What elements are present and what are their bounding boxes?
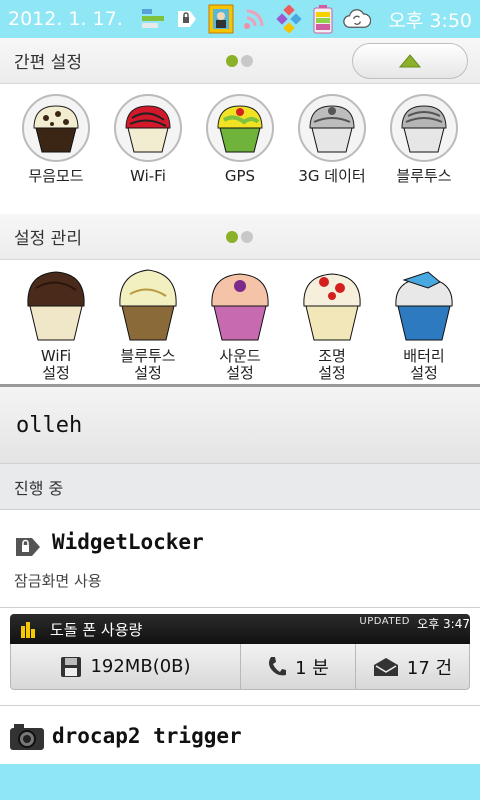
page-dot-active: [226, 231, 238, 243]
toggle-gps[interactable]: GPS: [198, 94, 282, 214]
cupcake-chocolate-icon: [22, 94, 90, 162]
cupcake-cherry-icon: [303, 273, 361, 341]
ongoing-title: 진행 중: [14, 478, 64, 498]
shortcut-label: 배터리 설정: [403, 347, 445, 382]
shortcut-display-settings[interactable]: 조명 설정: [290, 266, 374, 384]
status-date: 2012. 1. 17.: [8, 8, 123, 30]
bar-chart-icon: [21, 622, 35, 638]
battery-icon: [309, 5, 337, 34]
cupcake-gray-swirl-icon: [390, 94, 458, 162]
cupcake-fish-icon: [395, 271, 453, 341]
notification-subtitle: 잠금화면 사용: [14, 572, 102, 590]
sync-icon: [343, 5, 372, 33]
data-usage-value: 192MB(0B): [90, 656, 191, 677]
notification-drocap[interactable]: drocap2 trigger: [0, 706, 480, 764]
cupcake-cream-icon: [119, 269, 177, 341]
notification-widgetlocker[interactable]: WidgetLocker 잠금화면 사용: [0, 510, 480, 608]
message-usage-value: 17 건: [406, 657, 453, 679]
toggle-label: GPS: [224, 167, 256, 185]
shortcut-sound-settings[interactable]: 사운드 설정: [198, 266, 282, 384]
status-bar: 2012. 1. 17. 오후 3:50: [0, 0, 480, 38]
shortcut-label: 조명 설정: [318, 347, 346, 382]
page-dot-inactive: [241, 55, 253, 67]
page-indicator: [226, 55, 253, 67]
page-dot-inactive: [241, 231, 253, 243]
toggle-bluetooth[interactable]: 블루투스: [382, 94, 466, 214]
message-usage-stat[interactable]: 17 건: [356, 644, 469, 689]
phone-icon: [269, 656, 287, 675]
dodol-updated-label: UPDATED: [359, 616, 410, 627]
cupcake-red-icon: [114, 94, 182, 162]
lock-tag-icon: [14, 536, 42, 562]
status-time: 오후 3:50: [388, 9, 472, 32]
settings-management-title: 설정 관리: [14, 229, 82, 249]
toggle-3g-data[interactable]: 3G 데이터: [290, 94, 374, 214]
page-indicator: [226, 231, 253, 243]
data-usage-stat[interactable]: 192MB(0B): [11, 644, 241, 689]
cupcake-yellow-icon: [206, 94, 274, 162]
dodol-updated-time: 오후 3:47: [417, 617, 470, 631]
call-usage-stat[interactable]: 1 분: [241, 644, 356, 689]
floppy-disk-icon: [61, 656, 82, 677]
cupcake-chocolate-icon: [27, 271, 85, 341]
dodol-title: 도돌 폰 사용량: [50, 620, 143, 639]
cupcake-purple-icon: [211, 273, 269, 341]
stack-icon: [139, 5, 167, 33]
triangle-up-icon: [399, 54, 421, 68]
lock-tag-icon: [173, 5, 201, 33]
settings-management-header: 설정 관리: [0, 214, 480, 260]
shortcut-battery-settings[interactable]: 배터리 설정: [382, 266, 466, 384]
shortcut-label: 블루투스 설정: [120, 347, 176, 382]
toggle-label: 3G 데이터: [298, 167, 366, 185]
toggle-label: 블루투스: [396, 167, 452, 185]
shortcut-bluetooth-settings[interactable]: 블루투스 설정: [106, 266, 190, 384]
camera-icon: [8, 722, 46, 756]
toggle-label: Wi-Fi: [130, 167, 166, 185]
shortcut-wifi-settings[interactable]: WiFi 설정: [14, 266, 98, 384]
envelope-icon: [373, 657, 398, 676]
carrier-row: olleh: [0, 384, 480, 464]
toggle-wifi[interactable]: Wi-Fi: [106, 94, 190, 214]
toggle-label: 무음모드: [28, 167, 84, 185]
bottom-handle[interactable]: [0, 764, 480, 800]
quick-settings-header: 간편 설정: [0, 38, 480, 84]
call-usage-value: 1 분: [295, 657, 329, 679]
collapse-button[interactable]: [352, 43, 468, 79]
notification-dodol-usage[interactable]: 도돌 폰 사용량 UPDATED 오후 3:47 192MB(0B) 1 분 1…: [0, 608, 480, 706]
notification-title: drocap2 trigger: [52, 724, 242, 748]
notification-title: WidgetLocker: [52, 530, 204, 554]
cupcake-gray-icon: [298, 94, 366, 162]
toggle-silent-mode[interactable]: 무음모드: [14, 94, 98, 214]
notification-icons: [126, 4, 384, 34]
shortcut-label: 사운드 설정: [219, 347, 261, 382]
quick-settings-title: 간편 설정: [14, 53, 82, 73]
photo-frame-icon: [207, 4, 235, 34]
wifi-icon: [241, 5, 269, 33]
carrier-label: olleh: [16, 412, 83, 438]
quick-settings-row: 무음모드 Wi-Fi GPS 3G 데이터 블루투스: [0, 84, 480, 214]
dodol-stats: 192MB(0B) 1 분 17 건: [10, 644, 470, 690]
page-dot-active: [226, 55, 238, 67]
shortcut-label: WiFi 설정: [40, 347, 72, 382]
ongoing-header: 진행 중: [0, 464, 480, 510]
diamond-shapes-icon: [275, 5, 303, 33]
settings-management-row: WiFi 설정 블루투스 설정 사운드 설정 조명 설정 배터리 설정: [0, 260, 480, 384]
